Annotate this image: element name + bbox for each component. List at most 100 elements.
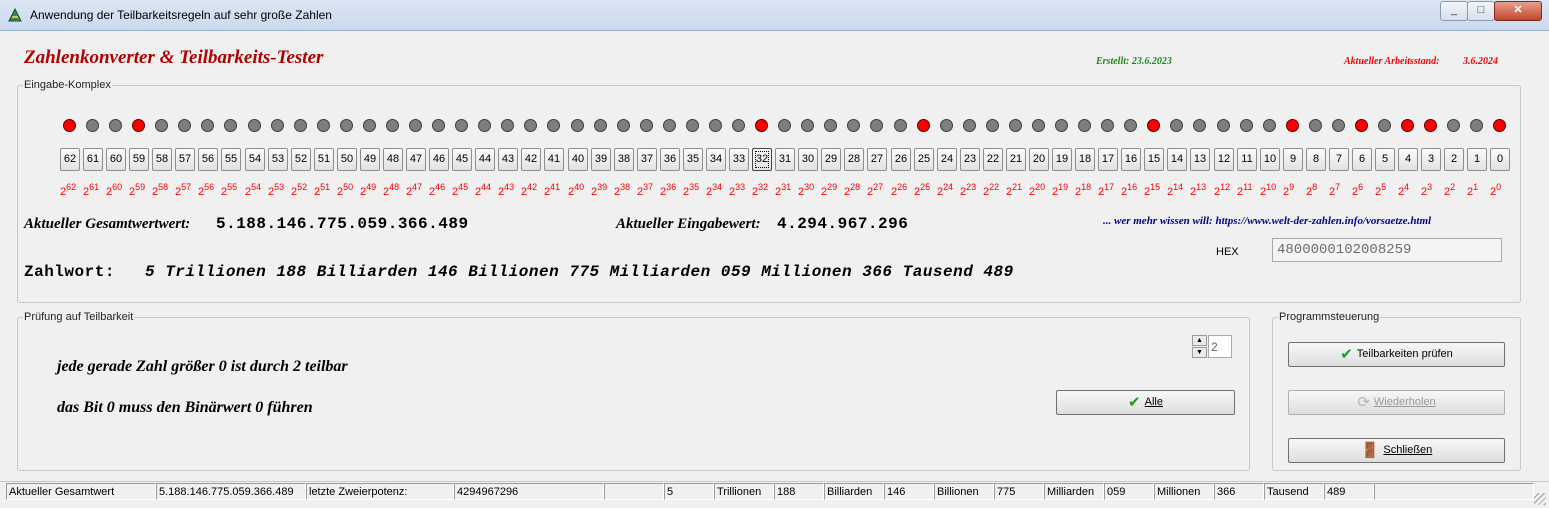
power-label-7: 27 bbox=[1329, 182, 1341, 198]
bit-button-1[interactable]: 1 bbox=[1467, 148, 1487, 171]
bit-button-29[interactable]: 29 bbox=[821, 148, 841, 171]
bit-button-26[interactable]: 26 bbox=[891, 148, 911, 171]
power-label-34: 234 bbox=[706, 182, 723, 198]
bit-button-23[interactable]: 23 bbox=[960, 148, 980, 171]
info-link[interactable]: ... wer mehr wissen will: https://www.we… bbox=[1103, 215, 1431, 227]
bit-button-52[interactable]: 52 bbox=[291, 148, 311, 171]
bit-button-53[interactable]: 53 bbox=[268, 148, 288, 171]
bit-button-45[interactable]: 45 bbox=[452, 148, 472, 171]
bit-button-43[interactable]: 43 bbox=[498, 148, 518, 171]
bit-button-6[interactable]: 6 bbox=[1352, 148, 1372, 171]
bit-button-56[interactable]: 56 bbox=[198, 148, 218, 171]
bit-button-7[interactable]: 7 bbox=[1329, 148, 1349, 171]
bit-button-47[interactable]: 47 bbox=[406, 148, 426, 171]
bit-button-19[interactable]: 19 bbox=[1052, 148, 1072, 171]
all-button[interactable]: ✔ Alle bbox=[1056, 390, 1235, 415]
bit-button-33[interactable]: 33 bbox=[729, 148, 749, 171]
close-window-button[interactable]: ✕ bbox=[1494, 1, 1542, 21]
bit-button-28[interactable]: 28 bbox=[844, 148, 864, 171]
power-label-26: 226 bbox=[891, 182, 908, 198]
bit-button-38[interactable]: 38 bbox=[614, 148, 634, 171]
bit-button-58[interactable]: 58 bbox=[152, 148, 172, 171]
bit-button-61[interactable]: 61 bbox=[83, 148, 103, 171]
bit-indicator-52 bbox=[294, 119, 307, 132]
bit-button-30[interactable]: 30 bbox=[798, 148, 818, 171]
bit-button-12[interactable]: 12 bbox=[1214, 148, 1234, 171]
bit-button-18[interactable]: 18 bbox=[1075, 148, 1095, 171]
bit-button-0[interactable]: 0 bbox=[1490, 148, 1510, 171]
bit-button-16[interactable]: 16 bbox=[1121, 148, 1141, 171]
minimize-button[interactable]: _ bbox=[1440, 1, 1468, 21]
bit-button-41[interactable]: 41 bbox=[544, 148, 564, 171]
bit-button-15[interactable]: 15 bbox=[1144, 148, 1164, 171]
resize-grip[interactable] bbox=[1534, 493, 1546, 505]
bit-button-10[interactable]: 10 bbox=[1260, 148, 1280, 171]
bit-button-46[interactable]: 46 bbox=[429, 148, 449, 171]
bit-button-42[interactable]: 42 bbox=[521, 148, 541, 171]
bit-button-13[interactable]: 13 bbox=[1190, 148, 1210, 171]
bit-button-17[interactable]: 17 bbox=[1098, 148, 1118, 171]
repeat-button[interactable]: ⟳ Wiederholen bbox=[1288, 390, 1505, 415]
bit-indicator-29 bbox=[824, 119, 837, 132]
bit-button-51[interactable]: 51 bbox=[314, 148, 334, 171]
status-label: Aktueller Arbeitsstand: bbox=[1344, 56, 1440, 67]
bit-button-50[interactable]: 50 bbox=[337, 148, 357, 171]
bit-button-60[interactable]: 60 bbox=[106, 148, 126, 171]
power-label-44: 244 bbox=[475, 182, 492, 198]
check-icon: ✔ bbox=[1128, 394, 1141, 411]
spin-up-button[interactable]: ▲ bbox=[1192, 335, 1207, 346]
bit-button-22[interactable]: 22 bbox=[983, 148, 1003, 171]
status-cell-1: 5.188.146.775.059.366.489 bbox=[156, 483, 306, 500]
bit-button-40[interactable]: 40 bbox=[568, 148, 588, 171]
bit-indicator-22 bbox=[986, 119, 999, 132]
bit-indicator-4 bbox=[1401, 119, 1414, 132]
zahlwort-value: 5 Trillionen 188 Billiarden 146 Billione… bbox=[145, 263, 1014, 281]
bit-button-37[interactable]: 37 bbox=[637, 148, 657, 171]
bit-button-44[interactable]: 44 bbox=[475, 148, 495, 171]
status-cell-16: Tausend bbox=[1264, 483, 1324, 500]
power-label-0: 20 bbox=[1490, 182, 1502, 198]
divisor-input[interactable]: 2 bbox=[1208, 335, 1232, 358]
check-divisibility-button[interactable]: ✔ Teilbarkeiten prüfen bbox=[1288, 342, 1505, 367]
maximize-button[interactable]: □ bbox=[1467, 1, 1495, 21]
bit-button-27[interactable]: 27 bbox=[867, 148, 887, 171]
bit-button-34[interactable]: 34 bbox=[706, 148, 726, 171]
bit-button-8[interactable]: 8 bbox=[1306, 148, 1326, 171]
bit-indicator-5 bbox=[1378, 119, 1391, 132]
bit-button-49[interactable]: 49 bbox=[360, 148, 380, 171]
bit-button-57[interactable]: 57 bbox=[175, 148, 195, 171]
bit-button-25[interactable]: 25 bbox=[914, 148, 934, 171]
bit-button-54[interactable]: 54 bbox=[245, 148, 265, 171]
bit-button-3[interactable]: 3 bbox=[1421, 148, 1441, 171]
bit-button-59[interactable]: 59 bbox=[129, 148, 149, 171]
bit-indicator-20 bbox=[1032, 119, 1045, 132]
bit-button-32[interactable]: 32 bbox=[752, 148, 772, 171]
bit-button-14[interactable]: 14 bbox=[1167, 148, 1187, 171]
bit-button-35[interactable]: 35 bbox=[683, 148, 703, 171]
bit-button-20[interactable]: 20 bbox=[1029, 148, 1049, 171]
status-cell-13: 059 bbox=[1104, 483, 1154, 500]
bit-button-39[interactable]: 39 bbox=[591, 148, 611, 171]
power-label-4: 24 bbox=[1398, 182, 1410, 198]
spin-down-button[interactable]: ▼ bbox=[1192, 347, 1207, 358]
bit-button-9[interactable]: 9 bbox=[1283, 148, 1303, 171]
hex-field[interactable]: 4800000102008259 bbox=[1272, 238, 1502, 262]
bit-button-4[interactable]: 4 bbox=[1398, 148, 1418, 171]
power-label-9: 29 bbox=[1283, 182, 1295, 198]
bit-button-62[interactable]: 62 bbox=[60, 148, 80, 171]
title-bar: Anwendung der Teilbarkeitsregeln auf seh… bbox=[0, 0, 1549, 31]
bit-button-5[interactable]: 5 bbox=[1375, 148, 1395, 171]
bit-button-21[interactable]: 21 bbox=[1006, 148, 1026, 171]
bit-button-55[interactable]: 55 bbox=[221, 148, 241, 171]
power-label-19: 219 bbox=[1052, 182, 1069, 198]
bit-button-48[interactable]: 48 bbox=[383, 148, 403, 171]
bit-indicator-19 bbox=[1055, 119, 1068, 132]
bit-button-36[interactable]: 36 bbox=[660, 148, 680, 171]
bit-button-11[interactable]: 11 bbox=[1237, 148, 1257, 171]
bit-button-24[interactable]: 24 bbox=[937, 148, 957, 171]
close-button[interactable]: 🚪 Schließen bbox=[1288, 438, 1505, 463]
bit-button-2[interactable]: 2 bbox=[1444, 148, 1464, 171]
divisor-stepper[interactable]: ▲ ▼ 2 bbox=[1192, 335, 1233, 359]
bit-button-31[interactable]: 31 bbox=[775, 148, 795, 171]
exit-door-icon: 🚪 bbox=[1360, 442, 1380, 459]
